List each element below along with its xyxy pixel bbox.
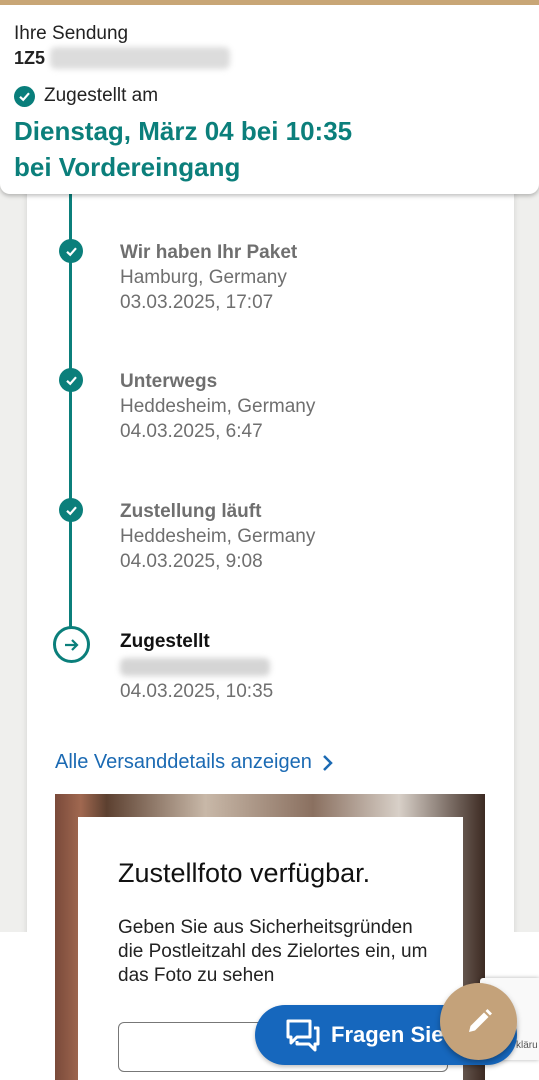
ask-question-label: Fragen Sie: [331, 1022, 444, 1047]
event-title: Wir haben Ihr Paket: [120, 242, 298, 263]
all-details-label: Alle Versanddetails anzeigen: [55, 751, 312, 773]
recaptcha-text: kläru: [516, 1040, 538, 1051]
check-circle-icon: [14, 85, 35, 107]
photo-title: Zustellfoto verfügbar.: [118, 858, 371, 888]
check-circle-icon: [59, 239, 83, 263]
delivery-date: Dienstag, März 04 bei 10:35: [14, 116, 353, 146]
chat-bubble-icon: [286, 1019, 320, 1052]
event-title: Unterwegs: [120, 371, 218, 392]
shipment-label: Ihre Sendung: [14, 23, 129, 44]
event-title: Zustellung läuft: [120, 501, 262, 522]
event-title: Zugestellt: [120, 631, 210, 652]
event-location: Heddesheim, Germany: [120, 396, 316, 417]
timeline-event-current: Zugestellt 04.03.2025, 10:35: [120, 629, 500, 704]
event-time: 03.03.2025, 17:07: [120, 292, 274, 313]
event-time: 04.03.2025, 6:47: [120, 421, 263, 442]
event-location: Heddesheim, Germany: [120, 526, 316, 547]
delivery-date-heading: Dienstag, März 04 bei 10:35 bei Vorderei…: [14, 113, 524, 185]
status-label: Zugestellt am: [44, 85, 159, 106]
delivery-place: bei Vordereingang: [14, 152, 241, 182]
chevron-right-icon: [322, 754, 333, 771]
check-circle-icon: [59, 498, 83, 522]
timeline-event: Wir haben Ihr Paket Hamburg, Germany 03.…: [120, 240, 500, 315]
arrow-right-circle-icon: [53, 626, 90, 663]
pencil-icon: [468, 1008, 492, 1032]
all-details-link[interactable]: Alle Versanddetails anzeigen: [55, 751, 334, 774]
tracking-number: 1Z5: [14, 48, 46, 68]
event-time: 04.03.2025, 9:08: [120, 551, 263, 572]
event-time: 04.03.2025, 10:35: [120, 681, 274, 702]
photo-instructions: Geben Sie aus Sicherheitsgründen die Pos…: [118, 917, 428, 986]
timeline-event: Unterwegs Heddesheim, Germany 04.03.2025…: [120, 369, 500, 444]
status-row: Zugestellt am: [14, 85, 158, 107]
top-accent-bar: [0, 0, 539, 5]
feedback-fab-button[interactable]: [440, 983, 517, 1060]
check-circle-icon: [59, 368, 83, 392]
event-location-redacted: [120, 658, 270, 676]
tracking-number-redacted: [50, 47, 230, 69]
shipment-header: Ihre Sendung 1Z5 Zugestellt am Dienstag,…: [0, 5, 539, 194]
timeline-event: Zustellung läuft Heddesheim, Germany 04.…: [120, 499, 500, 574]
event-location: Hamburg, Germany: [120, 267, 287, 288]
